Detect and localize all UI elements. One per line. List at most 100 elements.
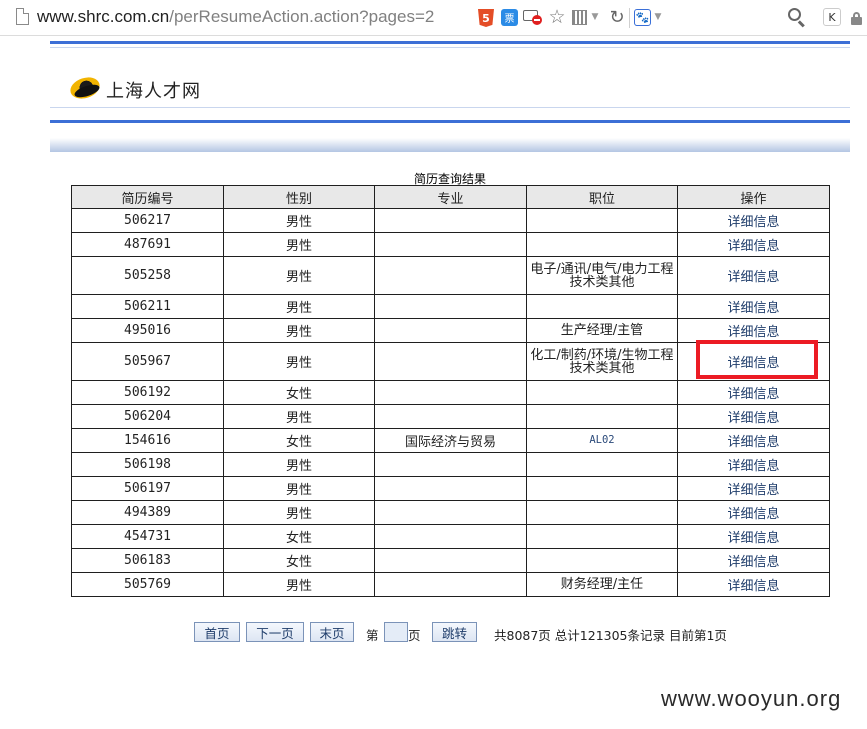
pagination-summary: 共8087页 总计121305条记录 目前第1页 — [494, 628, 727, 643]
cell-action: 详细信息 — [677, 208, 830, 233]
star-icon[interactable]: ☆ — [547, 6, 567, 28]
first-page-button[interactable]: 首页 — [194, 622, 240, 642]
table-row: 154616 女性 国际经济与贸易 AL02 详细信息 — [71, 428, 830, 453]
cell-position — [526, 548, 678, 573]
cell-position — [526, 294, 678, 319]
search-icon[interactable] — [788, 8, 806, 28]
html5-icon[interactable]: 5 — [478, 9, 494, 27]
cell-resume-id: 506192 — [71, 380, 224, 405]
cell-major — [374, 208, 527, 233]
detail-link[interactable]: 详细信息 — [727, 411, 779, 426]
cell-gender: 男性 — [223, 476, 375, 501]
table-row: 494389 男性 详细信息 — [71, 500, 830, 525]
cell-resume-id: 505258 — [71, 256, 224, 295]
column-header-major: 专业 — [374, 185, 527, 209]
detail-link[interactable]: 详细信息 — [727, 507, 779, 522]
detail-link[interactable]: 详细信息 — [727, 531, 779, 546]
cell-gender: 男性 — [223, 256, 375, 295]
detail-link[interactable]: 详细信息 — [727, 239, 779, 254]
page-suffix-label: 页 — [408, 628, 421, 643]
qr-icon[interactable] — [572, 10, 587, 25]
table-row: 495016 男性 生产经理/主管 详细信息 — [71, 318, 830, 343]
detail-link[interactable]: 详细信息 — [727, 555, 779, 570]
cell-gender: 女性 — [223, 380, 375, 405]
column-header-resume-id: 简历编号 — [71, 185, 224, 209]
cell-position — [526, 404, 678, 429]
cell-major — [374, 548, 527, 573]
site-logo[interactable] — [67, 73, 103, 103]
cell-action: 详细信息 — [677, 548, 830, 573]
adblock-icon[interactable] — [523, 10, 542, 25]
chevron-down-icon[interactable]: ▼ — [590, 10, 600, 24]
cell-position — [526, 524, 678, 549]
url-host: www.shrc.com.cn — [37, 7, 170, 26]
header-top-rule-light — [50, 47, 850, 48]
cell-resume-id: 506204 — [71, 404, 224, 429]
cell-resume-id: 506197 — [71, 476, 224, 501]
detail-link[interactable]: 详细信息 — [727, 387, 779, 402]
detail-link[interactable]: 详细信息 — [727, 459, 779, 474]
resume-results-table: 简历编号 性别 专业 职位 操作 506217 男性 详细信息 487691 男… — [71, 185, 830, 597]
jump-button[interactable]: 跳转 — [432, 622, 477, 642]
column-header-action: 操作 — [677, 185, 830, 209]
cell-gender: 男性 — [223, 342, 375, 381]
cell-major — [374, 572, 527, 597]
watermark: www.wooyun.org — [661, 686, 842, 711]
last-page-button[interactable]: 末页 — [310, 622, 354, 642]
k-glyph: K — [828, 10, 836, 24]
cell-action: 详细信息 — [677, 524, 830, 549]
reload-icon[interactable]: ↻ — [608, 7, 626, 28]
address-url[interactable]: www.shrc.com.cn/perResumeAction.action?p… — [37, 7, 434, 27]
k-extension-icon[interactable]: K — [823, 8, 841, 26]
cell-major — [374, 256, 527, 295]
cell-resume-id: 505769 — [71, 572, 224, 597]
table-row: 505769 男性 财务经理/主任 详细信息 — [71, 572, 830, 597]
header-top-rule — [50, 41, 850, 44]
cell-action: 详细信息 — [677, 476, 830, 501]
html5-glyph: 5 — [482, 11, 490, 25]
page-number-input[interactable] — [384, 622, 408, 642]
cell-gender: 女性 — [223, 524, 375, 549]
table-row: 487691 男性 详细信息 — [71, 232, 830, 257]
detail-link[interactable]: 详细信息 — [727, 579, 779, 594]
cell-major — [374, 232, 527, 257]
cell-position: 财务经理/主任 — [526, 572, 678, 597]
search-engine-dropdown-icon[interactable]: ▼ — [653, 10, 663, 24]
cell-major — [374, 294, 527, 319]
table-row: 506183 女性 详细信息 — [71, 548, 830, 573]
detail-link[interactable]: 详细信息 — [727, 301, 779, 316]
column-header-position: 职位 — [526, 185, 678, 209]
detail-link[interactable]: 详细信息 — [727, 325, 779, 340]
lock-icon[interactable] — [850, 11, 864, 25]
site-name[interactable]: 上海人才网 — [106, 77, 201, 103]
cell-major — [374, 476, 527, 501]
table-row: 454731 女性 详细信息 — [71, 524, 830, 549]
cell-major — [374, 452, 527, 477]
detail-link[interactable]: 详细信息 — [727, 483, 779, 498]
cell-resume-id: 505967 — [71, 342, 224, 381]
header-mid-rule-light — [50, 107, 850, 108]
cell-resume-id: 495016 — [71, 318, 224, 343]
cell-position — [526, 476, 678, 501]
cell-position: 电子/通讯/电气/电力工程技术类其他 — [526, 256, 678, 295]
cell-action: 详细信息 — [677, 380, 830, 405]
header-mid-rule — [50, 120, 850, 123]
detail-link[interactable]: 详细信息 — [727, 270, 779, 285]
ticket-glyph: 票 — [504, 14, 515, 25]
paw-icon[interactable]: 🐾 — [634, 9, 651, 26]
detail-link[interactable]: 详细信息 — [727, 435, 779, 450]
toolbar-separator — [629, 8, 630, 28]
cell-position — [526, 500, 678, 525]
table-row: 506211 男性 详细信息 — [71, 294, 830, 319]
cell-gender: 男性 — [223, 452, 375, 477]
cell-action: 详细信息 — [677, 572, 830, 597]
cell-resume-id: 154616 — [71, 428, 224, 453]
detail-link[interactable]: 详细信息 — [727, 215, 779, 230]
ticket-icon[interactable]: 票 — [501, 9, 518, 26]
cell-resume-id: 506211 — [71, 294, 224, 319]
browser-address-bar: www.shrc.com.cn/perResumeAction.action?p… — [0, 0, 867, 36]
cell-major — [374, 404, 527, 429]
next-page-button[interactable]: 下一页 — [246, 622, 304, 642]
table-row: 506192 女性 详细信息 — [71, 380, 830, 405]
table-row: 506204 男性 详细信息 — [71, 404, 830, 429]
